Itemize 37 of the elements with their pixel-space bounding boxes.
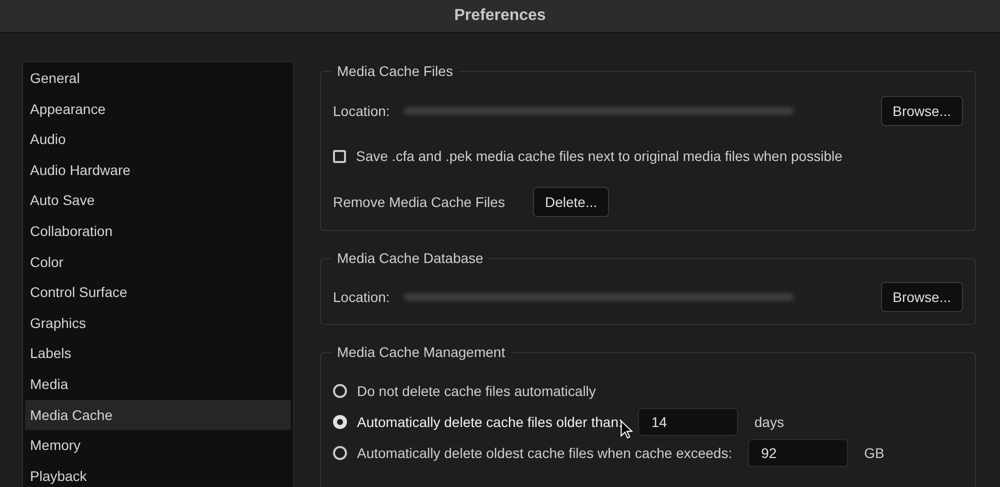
- radio-button[interactable]: [333, 384, 347, 398]
- radio-label: Automatically delete cache files older than:: [357, 414, 622, 430]
- remove-label: Remove Media Cache Files: [333, 194, 505, 210]
- sidebar-item[interactable]: Media: [25, 368, 291, 400]
- checkbox-label: Save .cfa and .pek media cache files next to original media files when possible: [356, 148, 842, 164]
- sidebar-item[interactable]: Auto Save: [25, 185, 291, 216]
- location-label: Location:: [333, 103, 390, 119]
- radio-label: Do not delete cache files automatically: [357, 382, 596, 398]
- radio-button[interactable]: [333, 414, 347, 428]
- radio-label: Automatically delete oldest cache files when cache exceeds:: [357, 444, 732, 460]
- number-field[interactable]: 14: [638, 408, 738, 436]
- group-title: Media Cache Database: [336, 250, 484, 266]
- window-title: Preferences: [454, 7, 546, 25]
- sidebar-item[interactable]: Control Surface: [25, 277, 291, 308]
- mouse-cursor-icon: [620, 420, 633, 439]
- delete-button[interactable]: Delete...: [532, 187, 610, 217]
- sidebar-item[interactable]: Graphics: [25, 308, 291, 338]
- checkbox[interactable]: [333, 150, 346, 162]
- browse-button[interactable]: Browse...: [880, 282, 963, 312]
- unit-label: GB: [864, 444, 884, 460]
- radio-button[interactable]: [333, 446, 347, 460]
- number-field[interactable]: 92: [748, 438, 848, 466]
- sidebar-item[interactable]: Playback: [25, 460, 291, 487]
- group-title: Media Cache Management: [336, 344, 506, 360]
- location-label: Location:: [333, 289, 390, 305]
- sidebar-item[interactable]: Media Cache: [25, 400, 291, 430]
- browse-button[interactable]: Browse...: [880, 96, 963, 126]
- sidebar-item[interactable]: Audio: [25, 124, 291, 155]
- sidebar-item[interactable]: General: [25, 63, 291, 94]
- sidebar-item[interactable]: Appearance: [25, 94, 291, 124]
- sidebar-item[interactable]: Audio Hardware: [25, 154, 291, 186]
- unit-label: days: [754, 414, 784, 430]
- group-title: Media Cache Files: [336, 63, 454, 79]
- sidebar-item[interactable]: Labels: [25, 338, 291, 369]
- sidebar-item[interactable]: Color: [25, 246, 291, 278]
- sidebar-item[interactable]: Memory: [25, 430, 291, 461]
- sidebar-item[interactable]: Collaboration: [25, 216, 291, 247]
